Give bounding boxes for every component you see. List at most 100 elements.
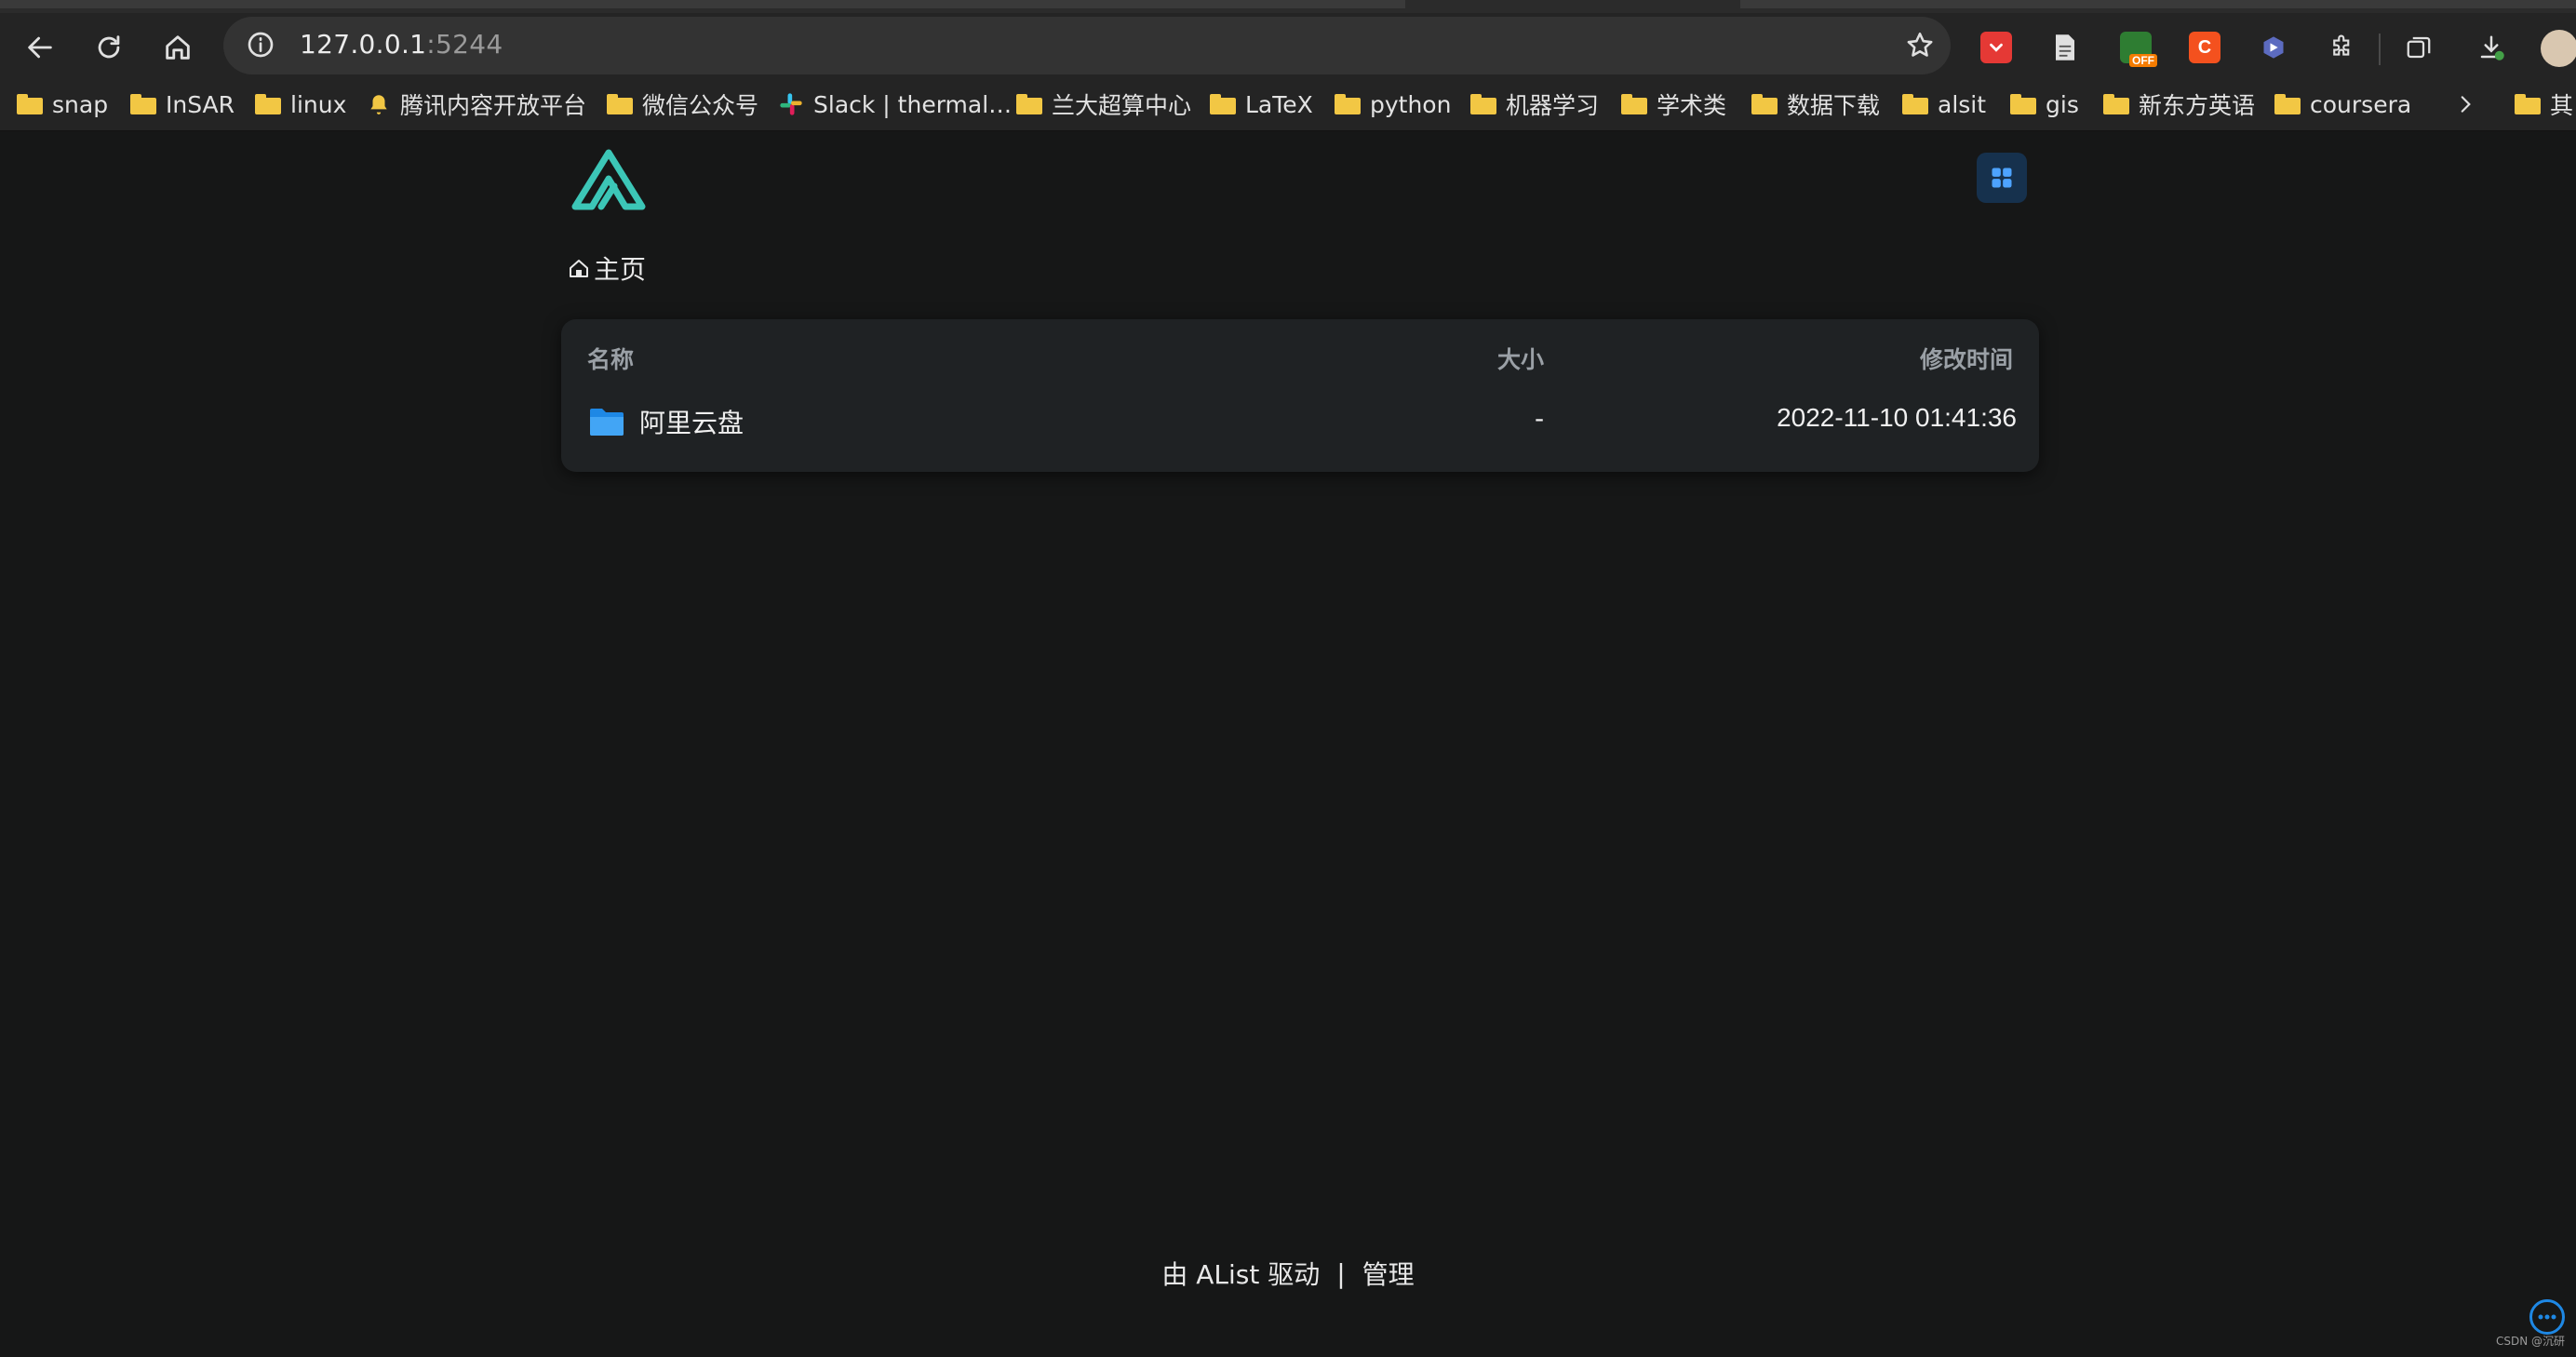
- back-arrow-icon: [28, 36, 52, 59]
- bookmark-coursera[interactable]: coursera: [2274, 86, 2411, 123]
- home-button[interactable]: [156, 26, 199, 69]
- bookmark-label: alsit: [1938, 90, 1987, 118]
- toolbar-divider: [2379, 34, 2381, 65]
- file-name[interactable]: 阿里云盘: [639, 403, 744, 440]
- folder-icon: [2515, 94, 2541, 114]
- c-extension-icon[interactable]: C: [2189, 32, 2220, 63]
- bookmark-label: 腾讯内容开放平台: [400, 92, 587, 119]
- reload-button[interactable]: [87, 26, 130, 69]
- footer-divider: |: [1336, 1257, 1346, 1289]
- bookmarks-overflow-button[interactable]: [2453, 86, 2477, 123]
- column-header-modified[interactable]: 修改时间: [1920, 342, 2013, 375]
- bookmark-python[interactable]: python: [1335, 86, 1451, 123]
- tab-groups-button[interactable]: [2403, 32, 2435, 63]
- browser-toolbar: 127.0.0.1:5244 OFF C: [0, 13, 2576, 78]
- bookmark-label: 新东方英语: [2139, 92, 2256, 119]
- chat-button[interactable]: [2529, 1299, 2565, 1335]
- chevron-right-icon: [2461, 96, 2471, 113]
- folder-icon: [2274, 94, 2301, 114]
- bookmark-label: LaTeX: [1245, 90, 1313, 118]
- home-icon: [166, 35, 190, 60]
- bookmark-ml[interactable]: 机器学习: [1470, 86, 1599, 123]
- bookmark-label: 微信公众号: [642, 92, 759, 119]
- column-header-size[interactable]: 大小: [1497, 342, 1544, 375]
- bookmark-label: Slack | thermal…: [813, 90, 1013, 118]
- folder-icon: [607, 94, 633, 114]
- browser-tab[interactable]: [0, 0, 1405, 8]
- more-icon: [2538, 1314, 2556, 1320]
- folder-icon: [130, 94, 156, 114]
- folder-icon: [1210, 94, 1236, 114]
- site-info-icon[interactable]: [246, 30, 275, 60]
- footer: 由 AList 驱动 | 管理: [0, 1255, 2576, 1292]
- bookmark-label: 数据下载: [1787, 92, 1881, 119]
- bookmark-label: 学术类: [1657, 92, 1727, 119]
- folder-icon: [1016, 94, 1042, 114]
- folder-icon: [255, 94, 281, 114]
- bookmark-snap[interactable]: snap: [17, 86, 108, 123]
- collections-icon: [2407, 36, 2431, 59]
- bookmark-alsit[interactable]: alsit: [1902, 86, 1986, 123]
- folder-icon: [1751, 94, 1778, 114]
- bookmark-wechat[interactable]: 微信公众号: [607, 86, 758, 123]
- folder-icon: [1335, 94, 1361, 114]
- folder-icon: [1621, 94, 1647, 114]
- pocket-extension-icon[interactable]: [1980, 32, 2012, 63]
- extensions-button[interactable]: [2327, 32, 2358, 63]
- bookmark-slack[interactable]: Slack | thermal…: [778, 86, 1012, 123]
- profile-avatar[interactable]: [2541, 30, 2576, 67]
- bookmark-xdf-english[interactable]: 新东方英语: [2103, 86, 2255, 123]
- folder-icon: [590, 409, 624, 436]
- bookmark-label: 兰大超算中心: [1052, 92, 1192, 119]
- folder-icon: [1902, 94, 1928, 114]
- breadcrumb-home-link[interactable]: 主页: [594, 249, 646, 287]
- url-text[interactable]: 127.0.0.1:5244: [300, 29, 503, 60]
- file-list: 名称 大小 修改时间 阿里云盘 - 2022-11-10 01:41:36: [561, 319, 2039, 472]
- file-row[interactable]: 阿里云盘 - 2022-11-10 01:41:36: [574, 396, 2026, 453]
- alist-logo[interactable]: [571, 149, 646, 210]
- copilot-icon: [2263, 36, 2284, 59]
- bookmark-label: coursera: [2310, 90, 2412, 118]
- reload-icon: [98, 35, 120, 59]
- folder-icon: [17, 94, 43, 114]
- off-badge: OFF: [2129, 54, 2157, 67]
- toggle-extension-icon[interactable]: OFF: [2120, 32, 2157, 67]
- bookmark-linux[interactable]: linux: [255, 86, 346, 123]
- document-icon: [2056, 34, 2074, 60]
- layout-toggle-button[interactable]: [1977, 153, 2027, 203]
- downloads-button[interactable]: [2475, 32, 2507, 63]
- bookmark-star-icon[interactable]: [1904, 30, 1936, 61]
- tab-strip: [0, 0, 2576, 13]
- bookmark-label: InSAR: [166, 90, 235, 118]
- grid-view-icon: [1992, 168, 2012, 188]
- file-modified: 2022-11-10 01:41:36: [1777, 403, 2017, 432]
- back-button[interactable]: [19, 26, 61, 69]
- bookmark-gis[interactable]: gis: [2010, 86, 2079, 123]
- bookmark-label: 机器学习: [1506, 92, 1600, 119]
- download-icon: [2480, 35, 2504, 60]
- folder-icon: [2010, 94, 2036, 114]
- file-size: -: [1535, 403, 1545, 434]
- document-extension-icon[interactable]: [2049, 32, 2081, 63]
- bookmark-label: 其: [2550, 92, 2574, 119]
- puzzle-icon: [2333, 34, 2350, 56]
- column-header-name[interactable]: 名称: [587, 342, 634, 375]
- browser-tab[interactable]: [1740, 0, 2576, 8]
- bookmark-label: gis: [2046, 90, 2079, 118]
- bookmark-insar[interactable]: InSAR: [130, 86, 235, 123]
- bookmark-data-download[interactable]: 数据下载: [1751, 86, 1880, 123]
- bookmark-latex[interactable]: LaTeX: [1210, 86, 1313, 123]
- watermark: CSDN @沉研: [2496, 1335, 2566, 1348]
- bookmark-tencent[interactable]: 腾讯内容开放平台: [367, 86, 586, 123]
- address-bar[interactable]: 127.0.0.1:5244: [223, 17, 1951, 74]
- slack-icon: [780, 93, 802, 115]
- bookmark-label: snap: [52, 90, 109, 118]
- bookmark-other[interactable]: 其: [2515, 86, 2573, 123]
- url-host: 127.0.0.1: [300, 29, 427, 60]
- copilot-extension-icon[interactable]: [2258, 32, 2289, 63]
- folder-icon: [1470, 94, 1496, 114]
- admin-link[interactable]: 管理: [1362, 1255, 1415, 1292]
- powered-by-link[interactable]: 由 AList 驱动: [1161, 1255, 1320, 1292]
- bookmark-academic[interactable]: 学术类: [1621, 86, 1726, 123]
- bookmark-lzu-hpc[interactable]: 兰大超算中心: [1016, 86, 1191, 123]
